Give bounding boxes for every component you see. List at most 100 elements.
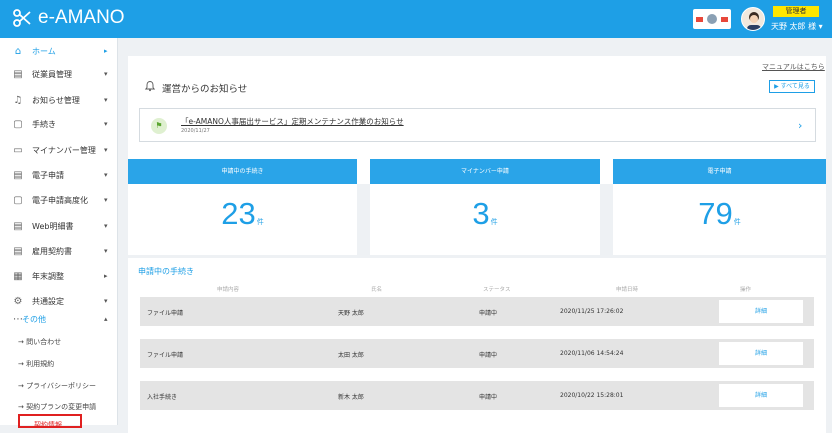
column-header: 申請内容 [217,287,240,293]
detail-button[interactable]: 詳細 [719,300,803,323]
calculator-icon: ▦ [13,270,23,282]
user-menu[interactable]: 天野 太郎 様 ▾ [771,21,823,32]
submenu-contact[interactable]: → 問い合わせ [18,337,61,347]
pending-procedures-table: 申請中の手続き 申請内容 氏名 ステータス 申請日時 操作 ファイル申請 天野 … [128,258,826,433]
stat-card-e-application[interactable]: 電子申請 79件 [613,159,826,255]
stat-label: 電子申請 [613,159,826,184]
sidebar-item-label: 電子申請高度化 [32,195,88,205]
highlight-box [18,414,82,428]
scissors-logo-icon [13,9,31,27]
sidebar-item-label: ホーム [32,46,56,56]
sidebar-item-label: 手続き [32,119,56,129]
table-row: 入社手続き 新木 太郎 申請中 2020/10/22 15:28:01 詳細 [140,381,814,410]
stat-unit: 件 [490,218,498,226]
sidebar: ⌂ ホーム ▸ ▤ 従業員管理 ▾ ♫ お知らせ管理 ▾ ▢ 手続き ▾ ▭ マ… [0,38,118,429]
id-card-icon: ▭ [13,144,23,156]
cell-content: 入社手続き [147,394,178,401]
sidebar-item-label: 電子申請 [32,170,64,180]
cell-content: ファイル申請 [147,352,184,359]
users-icon: ▤ [13,68,23,80]
stat-card-mynumber[interactable]: マイナンバー申請 3件 [370,159,600,255]
caret-right-icon: ▸ [104,272,108,280]
sidebar-item-label: 共通設定 [32,296,64,306]
stat-label: マイナンバー申請 [370,159,600,184]
notice-item-date: 2020/11/27 [181,128,210,134]
caret-down-icon: ▾ [104,70,108,78]
sidebar-item-label: Web明細書 [32,221,74,231]
submenu-privacy-policy[interactable]: → プライバシーポリシー [18,381,96,391]
stat-card-pending-procedures[interactable]: 申請中の手続き 23件 [128,159,357,255]
sidebar-item-web-payslip[interactable]: ▤ Web明細書 ▾ [0,213,118,239]
sidebar-item-procedures[interactable]: ▢ 手続き ▾ [0,111,118,137]
stat-label: 申請中の手続き [128,159,357,184]
sidebar-item-mynumber[interactable]: ▭ マイナンバー管理 ▾ [0,137,118,163]
column-header: 申請日時 [616,287,639,293]
caret-down-icon: ▾ [104,146,108,154]
sidebar-item-year-end-adjustment[interactable]: ▦ 年末調整 ▸ [0,263,118,289]
stat-value: 23 [221,196,256,231]
column-header: ステータス [483,287,511,293]
bell-icon: ♫ [13,94,23,106]
column-header: 氏名 [371,287,383,293]
caret-down-icon: ▾ [104,171,108,179]
caret-down-icon: ▾ [104,297,108,305]
table-title: 申請中の手続き [138,267,194,276]
cell-content: ファイル申請 [147,310,184,317]
caret-down-icon: ▾ [104,196,108,204]
sidebar-item-label: 雇用契約書 [32,246,72,256]
role-badge: 管理者 [773,6,819,17]
stat-unit: 件 [733,218,741,226]
caret-right-icon: ▸ [104,47,108,55]
sidebar-item-employment-contract[interactable]: ▤ 雇用契約書 ▾ [0,238,118,264]
sidebar-item-label: お知らせ管理 [32,95,80,105]
cell-name: 太田 太郎 [338,352,364,359]
submenu-plan-change-request[interactable]: → 契約プランの変更申請 [18,402,96,412]
cell-date: 2020/11/25 17:26:02 [560,308,624,315]
sidebar-item-employees[interactable]: ▤ 従業員管理 ▾ [0,61,118,87]
notice-item-title[interactable]: 「e-AMANO人事届出サービス」定期メンテナンス作業のお知らせ [181,116,404,127]
sidebar-item-label: マイナンバー管理 [32,145,96,155]
manual-link[interactable]: マニュアルはこちら [762,62,825,72]
caret-down-icon: ▾ [104,247,108,255]
caret-down-icon: ▾ [104,96,108,104]
stat-value: 3 [472,196,490,231]
app-logo[interactable]: e-AMANO [12,7,125,29]
cell-status: 申請中 [479,394,498,401]
sidebar-item-e-application[interactable]: ▤ 電子申請 ▾ [0,162,118,188]
sidebar-item-label: 従業員管理 [32,69,72,79]
stat-value: 79 [698,196,733,231]
sidebar-item-other[interactable]: ⋯ その他 ▴ [0,306,118,332]
main-content: 運営からのお知らせ マニュアルはこちら ▶ すべて見る ⚑ 「e-AMANO人事… [118,38,832,433]
chevron-right-icon[interactable]: › [798,119,802,132]
clipboard-icon: ▤ [13,169,23,181]
table-row: ファイル申請 太田 太郎 申請中 2020/11/06 14:54:24 詳細 [140,339,814,368]
caret-up-icon: ▴ [104,315,108,323]
table-row: ファイル申請 天野 太郎 申請中 2020/11/25 17:26:02 詳細 [140,297,814,326]
cell-name: 天野 太郎 [338,310,364,317]
notice-item[interactable]: ⚑ 「e-AMANO人事届出サービス」定期メンテナンス作業のお知らせ 2020/… [139,108,816,142]
contract-icon: ▤ [13,245,23,257]
banner-image[interactable] [693,9,731,29]
sidebar-item-e-application-advanced[interactable]: ▢ 電子申請高度化 ▾ [0,187,118,213]
flag-icon: ⚑ [151,118,167,134]
copy-icon: ▢ [13,194,23,206]
submenu-terms[interactable]: → 利用規約 [18,359,54,369]
caret-down-icon: ▾ [104,222,108,230]
view-all-button[interactable]: ▶ すべて見る [769,80,815,93]
user-avatar[interactable] [741,7,765,31]
cell-status: 申請中 [479,352,498,359]
stat-unit: 件 [256,218,264,226]
logo-text: e-AMANO [38,7,125,28]
notice-section-title: 運営からのお知らせ [162,84,248,95]
detail-button[interactable]: 詳細 [719,384,803,407]
document-icon: ▢ [13,118,23,130]
caret-down-icon: ▾ [104,120,108,128]
cell-name: 新木 太郎 [338,394,364,401]
top-header: e-AMANO 管理者 天野 太郎 様 ▾ [0,0,832,38]
sidebar-item-notices[interactable]: ♫ お知らせ管理 ▾ [0,87,118,113]
bell-icon [144,81,156,92]
payslip-icon: ▤ [13,220,23,232]
home-icon: ⌂ [14,45,22,57]
cell-status: 申請中 [479,310,498,317]
detail-button[interactable]: 詳細 [719,342,803,365]
